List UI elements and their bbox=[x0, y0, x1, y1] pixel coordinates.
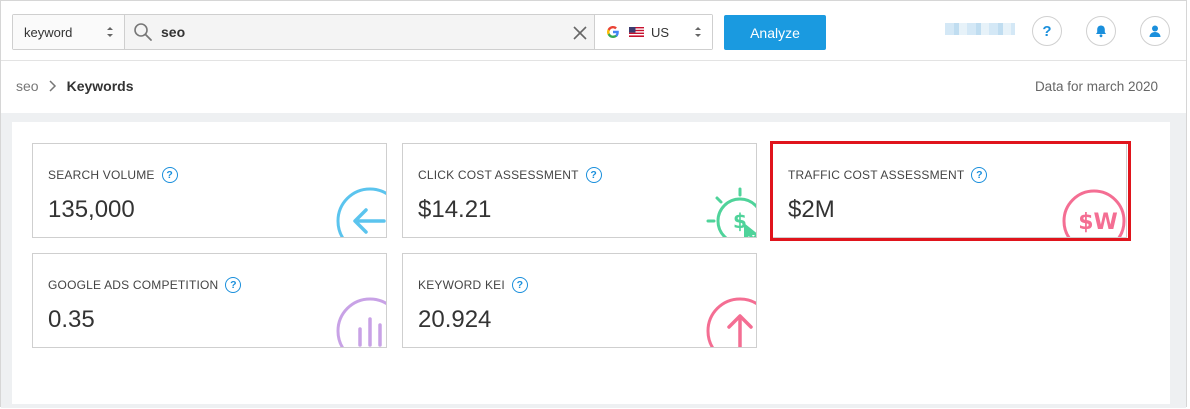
help-icon[interactable]: ? bbox=[225, 277, 242, 293]
bell-icon bbox=[1096, 25, 1106, 38]
arrow-left-icon bbox=[336, 187, 386, 237]
metric-value: 0.35 bbox=[48, 306, 95, 333]
metric-label: KEYWORD KEI bbox=[418, 278, 505, 292]
metric-label: SEARCH VOLUME bbox=[48, 168, 155, 182]
clear-icon[interactable] bbox=[572, 25, 588, 41]
metric-value: $14.21 bbox=[418, 196, 492, 223]
profile-button[interactable] bbox=[1140, 16, 1170, 46]
arrow-up-icon bbox=[706, 297, 756, 347]
metric-label-row: SEARCH VOLUME ? bbox=[48, 167, 178, 183]
svg-text:$W: $W bbox=[1078, 210, 1118, 235]
metric-label-row: GOOGLE ADS COMPETITION ? bbox=[48, 277, 242, 293]
top-bar: keyword seo US Analyze ? bbox=[1, 1, 1186, 61]
analyze-button[interactable]: Analyze bbox=[724, 15, 826, 50]
region-value: US bbox=[651, 24, 670, 40]
data-date-label: Data for march 2020 bbox=[1034, 79, 1158, 94]
metric-card-search-volume: SEARCH VOLUME ? 135,000 bbox=[32, 143, 387, 238]
help-icon[interactable]: ? bbox=[511, 277, 528, 293]
notifications-button[interactable] bbox=[1086, 16, 1116, 46]
select-arrows-icon bbox=[695, 27, 701, 37]
select-arrows-icon bbox=[107, 27, 113, 37]
google-icon bbox=[607, 26, 619, 38]
search-group: keyword seo US bbox=[12, 14, 713, 50]
app-frame: keyword seo US Analyze ? seo Keywords Da… bbox=[0, 0, 1187, 408]
metric-card-keyword-kei: KEYWORD KEI ? 20.924 bbox=[402, 253, 757, 348]
search-icon bbox=[134, 23, 152, 41]
metric-label: CLICK COST ASSESSMENT bbox=[418, 168, 579, 182]
metric-card-traffic-cost: TRAFFIC COST ASSESSMENT ? $2M $W bbox=[772, 143, 1127, 238]
metric-card-click-cost: CLICK COST ASSESSMENT ? $14.21 $ bbox=[402, 143, 757, 238]
help-icon: ? bbox=[1042, 22, 1052, 40]
help-icon[interactable]: ? bbox=[585, 167, 602, 183]
help-icon[interactable]: ? bbox=[971, 167, 988, 183]
search-type-select[interactable]: keyword bbox=[13, 15, 125, 49]
us-flag-icon bbox=[629, 27, 644, 37]
account-name-blurred[interactable] bbox=[945, 23, 1015, 35]
metric-value: $2M bbox=[788, 196, 835, 223]
user-icon bbox=[1149, 25, 1161, 37]
chevron-right-icon bbox=[49, 80, 56, 92]
breadcrumb-root[interactable]: seo bbox=[16, 78, 39, 94]
bar-chart-icon bbox=[336, 297, 386, 347]
help-button[interactable]: ? bbox=[1032, 16, 1062, 46]
metric-value: 20.924 bbox=[418, 306, 492, 333]
click-dollar-icon: $ bbox=[706, 187, 756, 237]
breadcrumb: seo Keywords bbox=[16, 78, 134, 94]
metric-card-ads-competition: GOOGLE ADS COMPETITION ? 0.35 bbox=[32, 253, 387, 348]
search-type-value: keyword bbox=[24, 24, 73, 40]
region-select[interactable]: US bbox=[595, 15, 712, 49]
metric-label: TRAFFIC COST ASSESSMENT bbox=[788, 168, 965, 182]
query-field bbox=[125, 15, 595, 49]
metric-label-row: CLICK COST ASSESSMENT ? bbox=[418, 167, 602, 183]
help-icon[interactable]: ? bbox=[161, 167, 178, 183]
breadcrumb-current: Keywords bbox=[66, 78, 134, 94]
search-input[interactable] bbox=[161, 15, 561, 49]
metric-label-row: TRAFFIC COST ASSESSMENT ? bbox=[788, 167, 988, 183]
metric-label: GOOGLE ADS COMPETITION bbox=[48, 278, 219, 292]
metric-value: 135,000 bbox=[48, 196, 135, 223]
metric-label-row: KEYWORD KEI ? bbox=[418, 277, 528, 293]
dollar-w-icon: $W bbox=[1062, 189, 1126, 237]
